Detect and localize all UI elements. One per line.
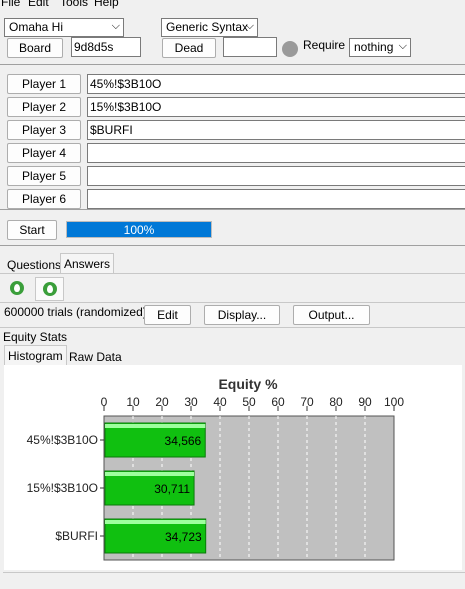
separator [0, 209, 465, 210]
progress-bar: 100% [66, 221, 212, 238]
edit-button[interactable]: Edit [144, 305, 191, 325]
menu-edit[interactable]: Edit [28, 0, 49, 9]
player-2-button[interactable]: Player 2 [7, 97, 81, 117]
player-5-hand-input[interactable] [87, 166, 465, 186]
x-tick-label: 10 [126, 395, 140, 409]
menu-tools[interactable]: Tools [60, 0, 88, 9]
syntax-select-value: Generic Syntax [166, 20, 249, 34]
x-tick-label: 100 [384, 395, 404, 409]
bar-value-label: 30,711 [154, 482, 190, 496]
x-tick-label: 80 [329, 395, 343, 409]
chart-title: Equity % [218, 376, 278, 392]
player-6-button[interactable]: Player 6 [7, 189, 81, 209]
tab-questions[interactable]: Questions [4, 255, 64, 275]
player-6-hand-input[interactable] [87, 189, 465, 209]
results-icon-button[interactable] [35, 277, 64, 301]
x-tick-label: 60 [271, 395, 285, 409]
player-3-button[interactable]: Player 3 [7, 120, 81, 140]
board-button[interactable]: Board [7, 38, 63, 58]
board-input[interactable]: 9d8d5s [71, 37, 141, 57]
dead-button[interactable]: Dead [162, 38, 216, 58]
bar-value-label: 34,723 [165, 530, 202, 544]
dead-input[interactable] [223, 37, 277, 57]
output-button[interactable]: Output... [293, 305, 370, 325]
progress-label: 100% [123, 223, 155, 237]
player-1-button[interactable]: Player 1 [7, 74, 81, 94]
x-tick-label: 70 [300, 395, 314, 409]
require-select[interactable]: nothing ⌵ [349, 38, 411, 57]
bar-highlight [105, 520, 206, 524]
bar-value-label: 34,566 [165, 434, 202, 448]
chevron-down-icon: ⌵ [245, 20, 254, 32]
chevron-down-icon: ⌵ [111, 20, 120, 32]
x-tick-label: 50 [242, 395, 256, 409]
chevron-down-icon: ⌵ [398, 40, 407, 52]
x-tick-label: 30 [184, 395, 198, 409]
require-select-value: nothing [354, 40, 394, 54]
bar-highlight [105, 424, 206, 428]
tab-underline [0, 273, 465, 274]
drop-icon [43, 282, 57, 296]
game-select-value: Omaha Hi [9, 20, 64, 34]
equity-histogram: Equity % 0 10 20 30 40 50 60 70 80 90 100 34,566 45%!… [27, 376, 404, 561]
player-4-button[interactable]: Player 4 [7, 143, 81, 163]
trials-text: 600000 trials (randomized) [4, 305, 147, 319]
display-button[interactable]: Display... [204, 305, 280, 325]
x-tick-label: 0 [101, 395, 108, 409]
tab-raw-data[interactable]: Raw Data [66, 347, 125, 367]
separator [0, 64, 465, 65]
bar-highlight [105, 472, 195, 476]
x-tick-label: 40 [213, 395, 227, 409]
menu-help[interactable]: Help [94, 0, 119, 9]
x-tick-label: 90 [358, 395, 372, 409]
separator [0, 327, 465, 328]
syntax-select[interactable]: Generic Syntax ⌵ [161, 18, 258, 37]
equity-chart-panel: Equity % 0 10 20 30 40 50 60 70 80 90 100 34,566 45%!… [4, 365, 462, 570]
x-tick-label: 20 [155, 395, 169, 409]
player-2-hand-input[interactable]: 15%!$3B10O [87, 97, 465, 117]
run-icon-button[interactable] [4, 277, 32, 301]
require-label: Require [303, 38, 346, 52]
separator [0, 245, 465, 246]
y-category-label: 45%!$3B10O [27, 433, 98, 447]
drop-icon [10, 281, 24, 295]
player-1-hand-input[interactable]: 45%!$3B10O [87, 74, 465, 94]
y-category-label: $BURFI [55, 529, 98, 543]
tab-answers[interactable]: Answers [60, 253, 115, 273]
game-select[interactable]: Omaha Hi ⌵ [4, 18, 124, 37]
tab-histogram[interactable]: Histogram [4, 345, 67, 365]
separator [0, 302, 465, 303]
player-3-hand-input[interactable]: $BURFI [87, 120, 465, 140]
status-indicator-icon [282, 41, 298, 57]
equity-stats-label: Equity Stats [3, 330, 68, 344]
menu-bar: File Edit Tools Help [0, 0, 465, 11]
player-5-button[interactable]: Player 5 [7, 166, 81, 186]
menu-file[interactable]: File [1, 0, 20, 9]
start-button[interactable]: Start [7, 220, 57, 240]
y-category-label: 15%!$3B10O [27, 481, 98, 495]
player-4-hand-input[interactable] [87, 143, 465, 163]
separator [3, 572, 465, 573]
